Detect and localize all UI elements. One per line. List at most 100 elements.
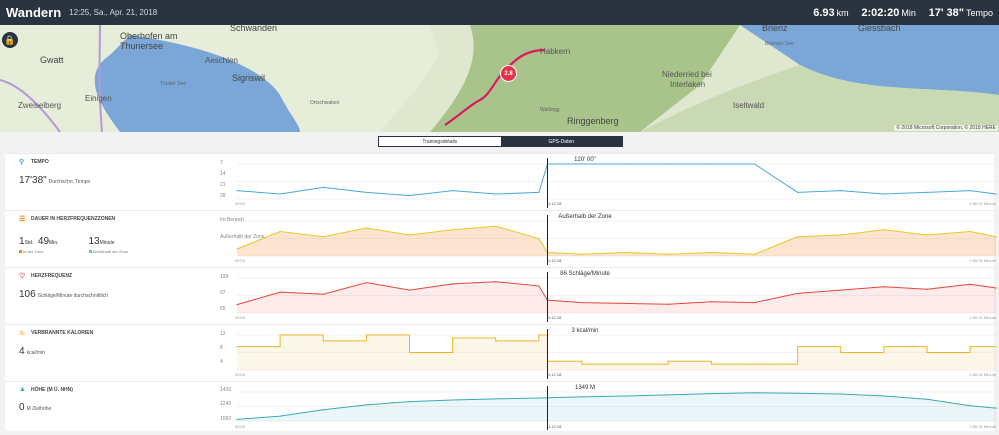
data-point [624, 302, 626, 305]
cursor-label: 86 Schläge/Minute [560, 271, 610, 277]
pace-metric-value: 17'38" [19, 175, 47, 186]
data-point [495, 398, 497, 400]
data-point [995, 407, 997, 409]
map-label: Gwatt [40, 55, 64, 65]
lock-icon[interactable]: 🔒 [2, 32, 18, 48]
data-point [753, 392, 756, 394]
y-tick: 12 [220, 331, 226, 337]
data-point [408, 401, 411, 403]
elevation-chart-svg [236, 386, 997, 430]
top-bar: Wandern 12:25, Sa., Apr. 21, 2018 6.93 km… [0, 0, 999, 25]
map-label: Brienz [762, 25, 788, 33]
pace-row: ⚲ Tempo 17'38" Durchschn. Tempo 7 14 21 28… [5, 153, 997, 209]
data-point [452, 283, 454, 285]
data-point [322, 186, 324, 188]
data-point [883, 193, 885, 195]
pace-chart[interactable]: 7 14 21 28 120' 00" 00:00 1:12:18 2:56:3… [220, 157, 998, 208]
zones-hours-unit: Std. [24, 240, 34, 246]
data-point [667, 360, 669, 362]
y-tick: Im Bereich [220, 217, 244, 223]
elevation-metric-sub: M Zielhöhe [26, 406, 52, 412]
series-line [236, 163, 997, 197]
time-start: 00:00 [235, 201, 246, 206]
zones-minutes-unit: Min. [49, 240, 59, 246]
duration-value: 2:02:20 [861, 6, 900, 19]
data-point [365, 191, 367, 193]
zones-chart[interactable]: Im Bereich Außerhalb der Zone Außerhalb … [220, 214, 998, 265]
heart-label: Herzfrequenz [31, 273, 73, 279]
heart-row: ♡ Herzfrequenz 106 Schläge/Minute durchsch… [5, 267, 997, 323]
map-label: Oberhofen am [120, 31, 178, 41]
calories-chart-svg [236, 329, 997, 379]
route-map[interactable]: 🔒 Schwanden Oberhofen am Thunersee Gwatt… [0, 25, 999, 132]
map-label: Giessbach [858, 25, 901, 33]
time-start: 00:00 [235, 424, 246, 429]
heart-metric-sub: Schläge/Minute durchschnittlich [37, 293, 109, 299]
map-label: Sigriswil [232, 73, 266, 83]
data-point [883, 395, 885, 397]
time-cursor: 1:12:18 [548, 258, 562, 263]
data-point [581, 163, 583, 165]
data-point [926, 234, 928, 236]
tab-gps-data[interactable]: GPS-Daten [500, 137, 622, 146]
tab-training-details[interactable]: Trainingsdetails [379, 137, 501, 146]
data-point [840, 234, 842, 236]
data-point [538, 285, 540, 287]
data-point [840, 190, 842, 192]
time-end: 2:56:31 Minute [969, 424, 996, 429]
calories-metric-sub: kcal/min [26, 350, 45, 356]
calories-chart[interactable]: 12 8 4 3 kcal/min 00:00 1:12:18 2:56:31 … [220, 328, 998, 379]
data-point [452, 399, 454, 401]
elevation-label: Höhe (m ü. NHN) [31, 386, 73, 393]
zones-other-unit: Minute [99, 240, 115, 246]
data-point [236, 418, 238, 420]
data-point [995, 287, 997, 289]
time-cursor: 1:12:18 [548, 201, 562, 206]
map-label: Thunersee [120, 41, 164, 51]
data-point [995, 346, 997, 348]
data-point [667, 163, 669, 165]
time-start: 00:00 [235, 372, 246, 377]
data-point [710, 163, 712, 165]
summary-stats: 6.93 km 2:02:20 Min 17' 38" Tempo [803, 7, 993, 19]
data-point [279, 415, 281, 417]
time-cursor: 1:12:18 [548, 372, 562, 377]
data-point [538, 191, 540, 193]
data-point [322, 340, 324, 342]
data-point [624, 395, 626, 397]
data-point [624, 163, 626, 165]
data-point [452, 229, 454, 231]
zones-in-legend: In der Zone [23, 249, 44, 254]
zones-chart-svg [236, 215, 997, 265]
zones-label: Dauer in Herzfrequenzzonen [31, 216, 116, 222]
duration-unit: Min [901, 7, 916, 18]
route-marker[interactable]: 2.8 [500, 65, 517, 82]
time-end: 2:56:31 Minute [969, 372, 996, 377]
data-point [840, 393, 842, 395]
data-point [495, 193, 497, 195]
distance-unit: km [836, 7, 849, 18]
time-end: 2:56:31 Minute [969, 315, 996, 320]
data-point [840, 289, 842, 291]
data-point [236, 304, 238, 306]
data-point [581, 363, 583, 365]
cursor-label: 120' 00" [574, 157, 596, 163]
data-point [883, 286, 885, 288]
cursor-label: Außerhalb der Zone [558, 214, 612, 220]
y-tick: 14 [220, 171, 226, 177]
y-tick: 8 [220, 345, 223, 351]
elevation-chart[interactable]: 1420 1240 1060 1349 M 00:00 1:12:18 2:56… [220, 385, 998, 430]
map-label: Waldegg [540, 107, 560, 113]
heart-chart[interactable]: 139 97 55 86 Schläge/Minute 00:00 1:12:1… [220, 271, 998, 322]
distance-value: 6.93 [813, 6, 835, 19]
data-point [840, 351, 842, 354]
data-point [581, 396, 583, 398]
data-point [408, 351, 411, 354]
shoe-icon: ⚲ [19, 159, 25, 166]
y-tick: 1420 [220, 387, 232, 393]
calories-label: Verbrannte Kalorien [31, 330, 94, 336]
activity-date: 12:25, Sa., Apr. 21, 2018 [69, 8, 158, 17]
data-point [969, 283, 971, 285]
data-point [667, 394, 669, 396]
data-point [969, 230, 971, 233]
